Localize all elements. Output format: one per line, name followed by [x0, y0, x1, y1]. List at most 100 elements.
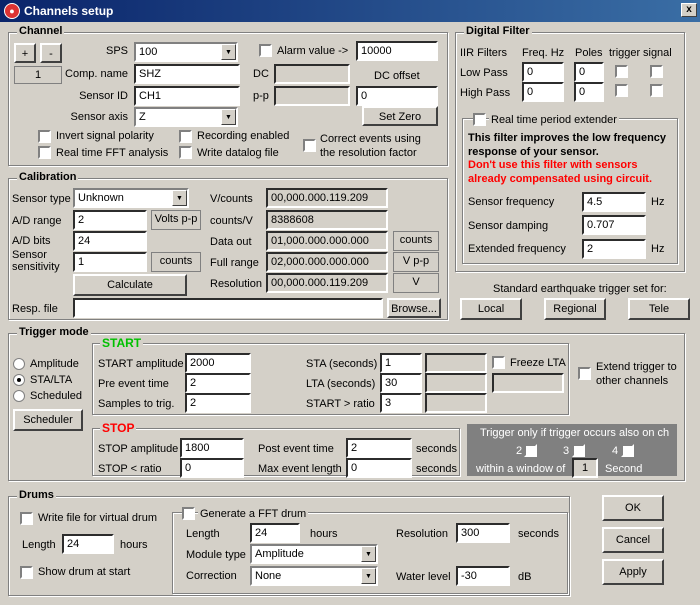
freeze-lta-checkbox[interactable]	[492, 356, 505, 369]
extend-trigger-checkbox[interactable]	[578, 367, 591, 380]
fft-length-input[interactable]: 24	[250, 523, 300, 543]
ch2-label: 2	[516, 445, 523, 457]
water-level-unit: dB	[518, 571, 532, 583]
calculate-button[interactable]: Calculate	[73, 274, 187, 296]
correct-events-label: Correct events using the resolution fact…	[320, 133, 421, 159]
vpp-unit: V p-p	[393, 252, 439, 272]
post-event-input[interactable]: 2	[346, 438, 412, 458]
alarm-checkbox[interactable]	[259, 44, 272, 57]
correction-label: Correction	[186, 570, 237, 582]
pp-readout	[274, 86, 350, 106]
sensor-sensitivity-input[interactable]: 1	[73, 252, 147, 272]
correction-value: None	[255, 570, 282, 582]
trigger-mode-title: Trigger mode	[17, 326, 91, 338]
start-amplitude-input[interactable]: 2000	[185, 353, 251, 373]
show-drum-checkbox[interactable]	[20, 566, 33, 579]
sensor-damping-input[interactable]: 0.707	[582, 215, 646, 235]
write-drum-checkbox[interactable]	[20, 512, 33, 525]
start-ratio-input[interactable]: 3	[380, 393, 422, 413]
start-ratio-label: START > ratio	[306, 398, 375, 410]
fft-drum-checkbox[interactable]	[182, 507, 195, 520]
drum-length-input[interactable]: 24	[62, 534, 114, 554]
low-pass-trigger-checkbox[interactable]	[615, 65, 628, 78]
regional-button[interactable]: Regional	[544, 298, 606, 320]
ad-bits-input[interactable]: 24	[73, 231, 147, 251]
filter-description: This filter improves the low frequency r…	[468, 132, 667, 158]
apply-button[interactable]: Apply	[602, 559, 664, 585]
scheduled-radio[interactable]	[13, 390, 25, 402]
data-out-label: Data out	[210, 236, 252, 248]
ok-button[interactable]: OK	[602, 495, 664, 521]
invert-polarity-checkbox[interactable]	[38, 130, 51, 143]
window-title: Channels setup	[24, 4, 114, 18]
within-window-label: within a window of	[476, 463, 566, 475]
ch2-checkbox[interactable]	[524, 444, 537, 457]
low-pass-poles-input[interactable]: 0	[574, 62, 604, 82]
samples-to-trig-input[interactable]: 2	[185, 393, 251, 413]
chevron-down-icon[interactable]: ▼	[221, 44, 236, 60]
trigger-header: trigger	[609, 47, 641, 59]
second-label: Second	[605, 463, 643, 475]
sps-select[interactable]: 100 ▼	[134, 42, 238, 62]
stop-ratio-input[interactable]: 0	[180, 458, 244, 478]
pre-event-input[interactable]: 2	[185, 373, 251, 393]
datalog-checkbox[interactable]	[179, 146, 192, 159]
sensor-id-input[interactable]: CH1	[134, 86, 240, 106]
high-pass-poles-input[interactable]: 0	[574, 82, 604, 102]
signal-header: signal	[643, 47, 672, 59]
low-pass-freq-input[interactable]: 0	[522, 62, 564, 82]
fft-resolution-input[interactable]: 300	[456, 523, 510, 543]
tele-button[interactable]: Tele	[628, 298, 690, 320]
sensor-type-select[interactable]: Unknown ▼	[73, 188, 189, 208]
sta-readout	[425, 353, 487, 373]
scheduler-button[interactable]: Scheduler	[13, 409, 83, 431]
correct-events-checkbox[interactable]	[303, 139, 316, 152]
sensor-type-label: Sensor type	[12, 193, 71, 205]
ad-range-input[interactable]: 2	[73, 210, 147, 230]
high-pass-freq-input[interactable]: 0	[522, 82, 564, 102]
comp-name-input[interactable]: SHZ	[134, 64, 240, 84]
realtime-extender-checkbox[interactable]	[473, 113, 486, 126]
lta-readout	[425, 373, 487, 393]
chevron-down-icon[interactable]: ▼	[172, 190, 187, 206]
pp-label: p-p	[253, 90, 269, 102]
dc-offset-input[interactable]: 0	[356, 86, 438, 106]
alarm-value-input[interactable]: 10000	[356, 41, 438, 61]
cancel-button[interactable]: Cancel	[602, 527, 664, 553]
chevron-down-icon[interactable]: ▼	[361, 568, 376, 584]
amplitude-radio[interactable]	[13, 358, 25, 370]
recording-enabled-checkbox[interactable]	[179, 130, 192, 143]
high-pass-signal-checkbox[interactable]	[650, 84, 663, 97]
sta-lta-radio[interactable]	[13, 374, 25, 386]
close-icon[interactable]: x	[681, 3, 697, 17]
realtime-fft-checkbox[interactable]	[38, 146, 51, 159]
sensor-axis-select[interactable]: Z ▼	[134, 107, 238, 127]
set-zero-button[interactable]: Set Zero	[362, 106, 438, 126]
ch3-label: 3	[563, 445, 570, 457]
correction-select[interactable]: None ▼	[250, 566, 378, 586]
ch3-checkbox[interactable]	[572, 444, 585, 457]
fft-drum-label: Generate a FFT drum	[198, 507, 309, 521]
chevron-down-icon[interactable]: ▼	[221, 109, 236, 125]
remove-channel-button[interactable]: -	[40, 43, 62, 63]
sensor-frequency-label: Sensor frequency	[468, 196, 555, 208]
low-pass-signal-checkbox[interactable]	[650, 65, 663, 78]
stop-amplitude-input[interactable]: 1800	[180, 438, 244, 458]
max-event-input[interactable]: 0	[346, 458, 412, 478]
high-pass-trigger-checkbox[interactable]	[615, 84, 628, 97]
window-seconds-input[interactable]: 1	[572, 458, 598, 478]
dc-readout	[274, 64, 350, 84]
local-button[interactable]: Local	[460, 298, 522, 320]
water-level-input[interactable]: -30	[456, 566, 510, 586]
module-type-select[interactable]: Amplitude ▼	[250, 544, 378, 564]
sensor-frequency-input[interactable]: 4.5	[582, 192, 646, 212]
browse-button[interactable]: Browse...	[387, 298, 441, 318]
lta-seconds-input[interactable]: 30	[380, 373, 422, 393]
chevron-down-icon[interactable]: ▼	[361, 546, 376, 562]
resp-file-input[interactable]	[73, 298, 383, 318]
extended-frequency-input[interactable]: 2	[582, 239, 646, 259]
add-channel-button[interactable]: +	[14, 43, 36, 63]
ch4-checkbox[interactable]	[621, 444, 634, 457]
hz-unit: Hz	[651, 243, 665, 255]
sta-seconds-input[interactable]: 1	[380, 353, 422, 373]
